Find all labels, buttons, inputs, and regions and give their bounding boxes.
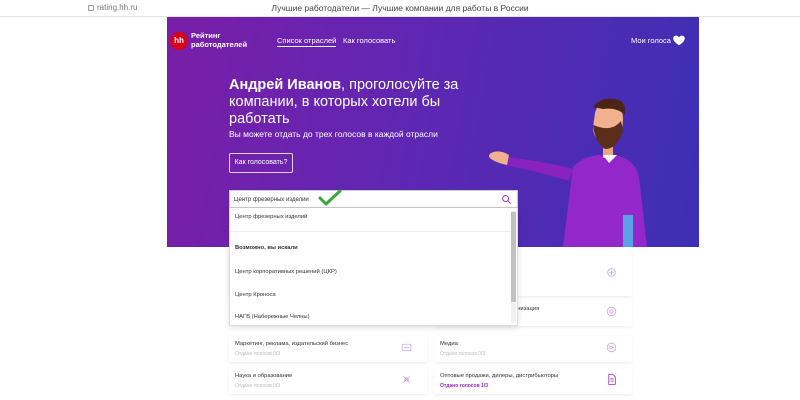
how-to-vote-button[interactable]: Как голосовать? bbox=[229, 153, 293, 173]
document-icon bbox=[608, 374, 616, 385]
suggestion-item[interactable]: Центр корпоративных решений (ЦКР) bbox=[235, 269, 337, 275]
nav-industries-list[interactable]: Список отраслей bbox=[277, 36, 337, 47]
divider bbox=[230, 231, 512, 232]
hero-subline: Вы можете отдать до трех голосов в каждо… bbox=[229, 129, 438, 139]
search-input[interactable] bbox=[234, 194, 484, 206]
card-votes: Отдано голосов 1/3 bbox=[440, 383, 488, 389]
heart-icon[interactable] bbox=[672, 33, 686, 47]
card-name: Оптовые продажи, дилеры, дистрибьюторы bbox=[440, 373, 559, 379]
hero-headline: Андрей Иванов, проголосуйте за компании,… bbox=[229, 77, 479, 128]
search-icon[interactable] bbox=[501, 194, 512, 205]
card-name: Наука и образование bbox=[235, 373, 293, 379]
hh-logo-icon[interactable]: hh bbox=[170, 32, 188, 50]
industry-icon bbox=[606, 306, 617, 317]
industry-card-marketing[interactable]: Маркетинг, реклама, издательский бизнес … bbox=[229, 336, 427, 362]
my-votes-link[interactable]: Мои голоса bbox=[631, 36, 671, 45]
search-suggestions-dropdown: Центр фрезерных изделий Возможно, вы иск… bbox=[229, 208, 518, 326]
search-box bbox=[229, 190, 518, 208]
industry-card-science[interactable]: Наука и образование Отдано голосов 0/3 bbox=[229, 368, 427, 394]
page-margin-right bbox=[699, 17, 800, 400]
suggestion-item[interactable]: НАГВ (Набережные Челны) bbox=[235, 314, 310, 320]
card-name: Медиа bbox=[440, 341, 458, 347]
dropdown-scrollbar-thumb[interactable] bbox=[511, 212, 516, 302]
browser-bar: rating.hh.ru Лучшие работодатели — Лучши… bbox=[0, 0, 800, 17]
checkmark-icon bbox=[318, 189, 342, 206]
industry-icon bbox=[607, 268, 616, 277]
science-icon bbox=[402, 375, 411, 384]
card-name: Маркетинг, реклама, издательский бизнес bbox=[235, 341, 349, 347]
card-votes: Отдано голосов 0/3 bbox=[440, 351, 486, 357]
logo-text[interactable]: Рейтинг работодателей bbox=[191, 31, 261, 49]
megaphone-icon bbox=[401, 343, 412, 352]
nav-how-to-vote[interactable]: Как голосовать bbox=[343, 36, 395, 45]
card-votes: Отдано голосов 0/3 bbox=[235, 351, 281, 357]
industry-card-wholesale[interactable]: Оптовые продажи, дилеры, дистрибьюторы О… bbox=[434, 368, 632, 394]
suggestions-heading: Возможно, вы искали bbox=[235, 245, 298, 251]
card-votes: Отдано голосов 0/3 bbox=[235, 383, 281, 389]
page-margin-left bbox=[0, 17, 167, 400]
industry-card-media[interactable]: Медиа Отдано голосов 0/3 bbox=[434, 336, 632, 362]
page-title: Лучшие работодатели — Лучшие компании дл… bbox=[271, 3, 529, 13]
media-icon bbox=[606, 342, 617, 353]
user-name: Андрей Иванов bbox=[229, 77, 342, 93]
suggestion-exact[interactable]: Центр фрезерных изделий bbox=[235, 214, 307, 220]
suggestion-item[interactable]: Центр Кроноса bbox=[235, 292, 276, 298]
